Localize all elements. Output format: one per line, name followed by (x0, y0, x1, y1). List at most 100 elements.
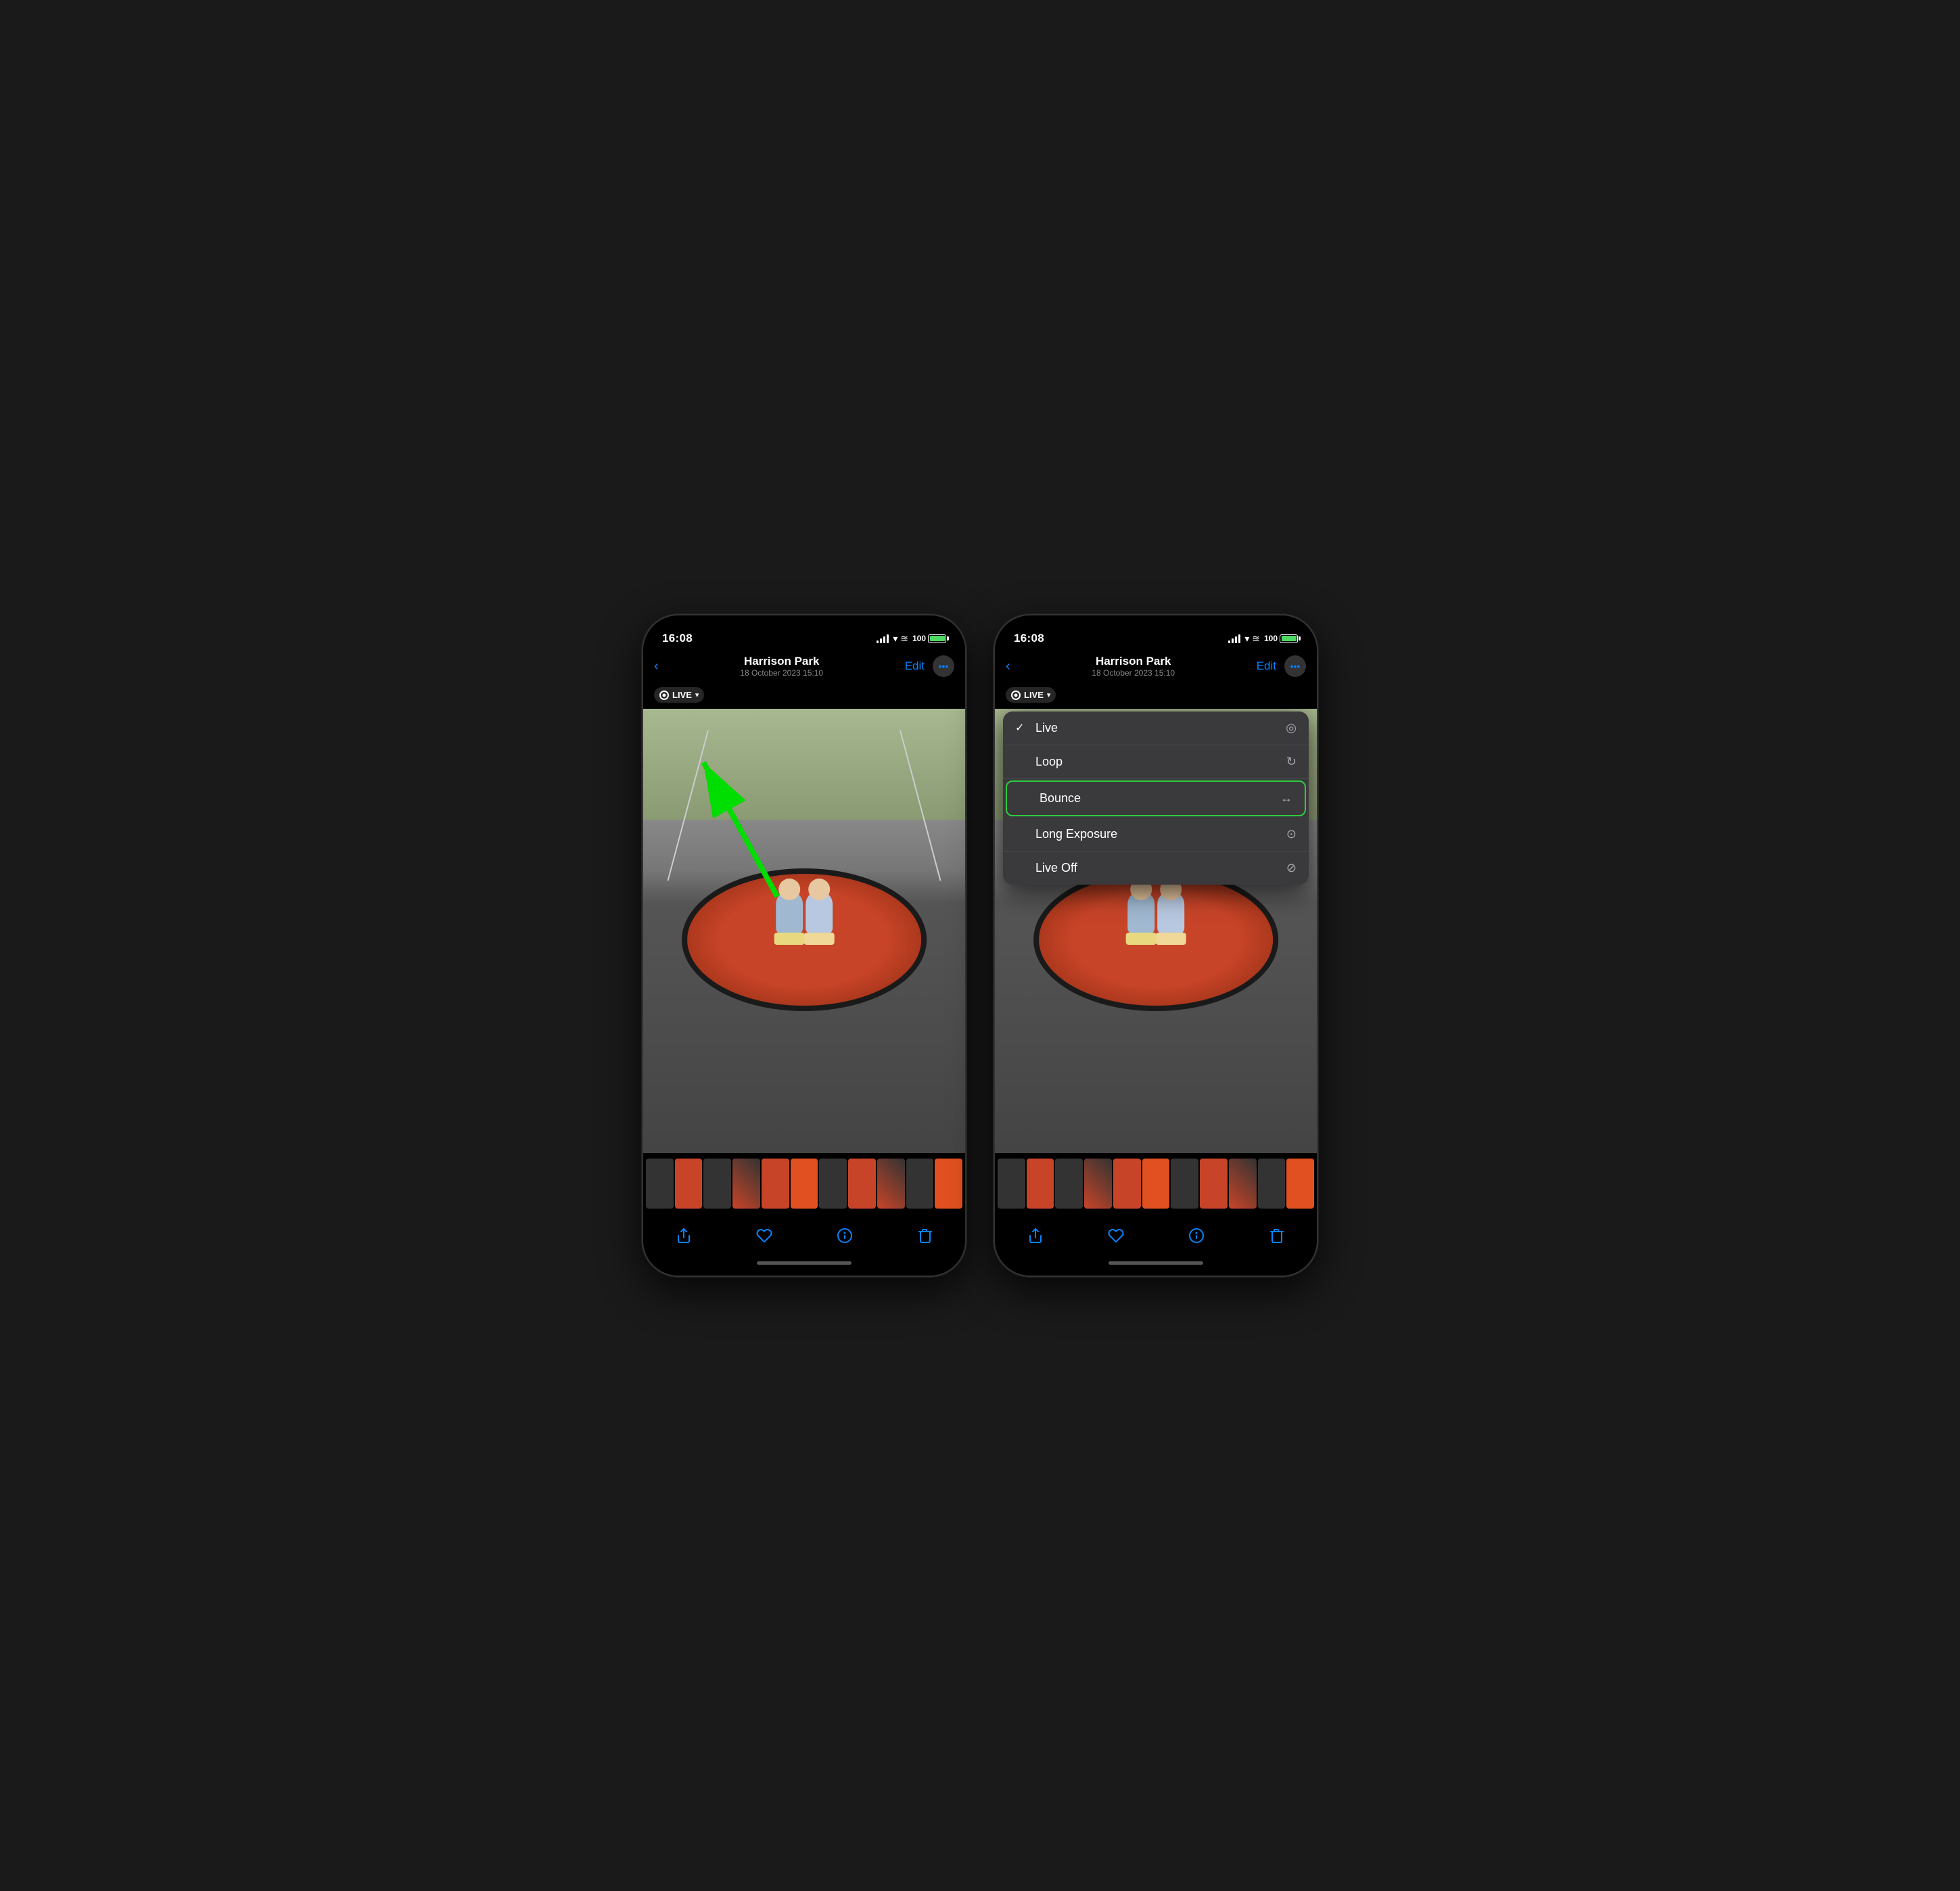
status-bar-right: 16:08 ▾ ≋ 100 (995, 615, 1317, 652)
thumb-5-left[interactable] (762, 1159, 789, 1209)
live-off-icon-menu: ⊘ (1286, 861, 1297, 875)
menu-item-long-exposure[interactable]: ✓ Long Exposure ⊙ (1003, 818, 1309, 851)
menu-item-live-off-left: ✓ Live Off (1015, 861, 1077, 875)
dropdown-menu: ✓ Live ◎ ✓ Loop ↻ (1003, 711, 1309, 885)
menu-item-live[interactable]: ✓ Live ◎ (1003, 711, 1309, 745)
signal-icon-right (1228, 634, 1240, 643)
thumb-9-right[interactable] (1229, 1159, 1257, 1209)
share-button-right[interactable] (1021, 1221, 1050, 1251)
bottom-toolbar-right (995, 1214, 1317, 1256)
heart-button-left[interactable] (749, 1221, 779, 1251)
photo-area-left (643, 709, 965, 1154)
thumb-4-right[interactable] (1084, 1159, 1112, 1209)
more-icon-left: ••• (939, 661, 949, 672)
more-button-left[interactable]: ••• (933, 655, 954, 677)
header-center-right: Harrison Park 18 October 2023 15:10 (1010, 655, 1257, 678)
live-label-left: LIVE (672, 690, 692, 700)
thumb-8-right[interactable] (1200, 1159, 1228, 1209)
live-button-left[interactable]: LIVE ▾ (654, 687, 704, 703)
thumb-11-left[interactable] (935, 1159, 962, 1209)
thumb-1-left[interactable] (646, 1159, 674, 1209)
page-container: 16:08 ▾ ≋ 100 (642, 614, 1318, 1277)
content-area-right: ✓ Live ◎ ✓ Loop ↻ (995, 709, 1317, 1154)
thumb-1-right[interactable] (998, 1159, 1025, 1209)
heart-button-right[interactable] (1101, 1221, 1131, 1251)
chevron-down-icon-right: ▾ (1047, 691, 1051, 699)
menu-item-long-exposure-left: ✓ Long Exposure (1015, 827, 1117, 841)
photo-left (643, 709, 965, 1154)
trash-button-left[interactable] (910, 1221, 940, 1251)
bottom-toolbar-left (643, 1214, 965, 1256)
menu-item-bounce-inner: ✓ Bounce ↔ (1007, 782, 1305, 815)
trash-button-right[interactable] (1262, 1221, 1292, 1251)
header-title-left: Harrison Park (659, 655, 905, 668)
more-button-right[interactable]: ••• (1284, 655, 1306, 677)
info-button-right[interactable] (1182, 1221, 1211, 1251)
thumb-3-left[interactable] (703, 1159, 731, 1209)
menu-item-loop-left: ✓ Loop (1015, 755, 1063, 769)
thumb-7-left[interactable] (819, 1159, 847, 1209)
header-title-right: Harrison Park (1010, 655, 1257, 668)
edit-button-right[interactable]: Edit (1257, 659, 1276, 673)
menu-label-long-exposure: Long Exposure (1035, 827, 1117, 841)
checkmark-icon-live: ✓ (1015, 721, 1029, 734)
home-indicator-right (995, 1256, 1317, 1276)
thumb-2-left[interactable] (675, 1159, 703, 1209)
battery-left: 100 (912, 634, 946, 643)
header-subtitle-right: 18 October 2023 15:10 (1010, 668, 1257, 678)
header-actions-left: Edit ••• (905, 655, 954, 677)
menu-label-loop: Loop (1035, 755, 1063, 769)
info-button-left[interactable] (830, 1221, 860, 1251)
thumb-9-left[interactable] (877, 1159, 905, 1209)
menu-item-bounce[interactable]: ✓ Bounce ↔ (1006, 780, 1306, 816)
wifi-icon-left: ▾ ≋ (893, 633, 908, 645)
phone-left: 16:08 ▾ ≋ 100 (642, 614, 966, 1277)
loop-icon-menu: ↻ (1286, 755, 1297, 769)
long-exposure-icon-menu: ⊙ (1286, 827, 1297, 841)
thumb-10-right[interactable] (1258, 1159, 1286, 1209)
home-bar-left (757, 1261, 851, 1265)
live-circle-icon-right (1011, 691, 1021, 700)
edit-button-left[interactable]: Edit (905, 659, 925, 673)
live-bar-right: LIVE ▾ (995, 683, 1317, 709)
thumbnail-strip-right (995, 1153, 1317, 1214)
menu-item-loop[interactable]: ✓ Loop ↻ (1003, 745, 1309, 779)
thumb-6-right[interactable] (1142, 1159, 1170, 1209)
battery-icon-left (928, 634, 946, 643)
live-button-right[interactable]: LIVE ▾ (1006, 687, 1056, 703)
back-button-right[interactable]: ‹ (1006, 659, 1010, 674)
thumb-7-right[interactable] (1171, 1159, 1198, 1209)
status-bar-left: 16:08 ▾ ≋ 100 (643, 615, 965, 652)
bounce-icon-menu: ↔ (1280, 791, 1292, 806)
battery-right: 100 (1264, 634, 1298, 643)
home-indicator-left (643, 1256, 965, 1276)
chevron-down-icon-left: ▾ (695, 691, 699, 699)
thumb-10-left[interactable] (906, 1159, 934, 1209)
header-right: ‹ Harrison Park 18 October 2023 15:10 Ed… (995, 652, 1317, 683)
thumb-5-right[interactable] (1113, 1159, 1141, 1209)
children-figures-left (707, 868, 901, 958)
thumb-8-left[interactable] (848, 1159, 876, 1209)
header-center-left: Harrison Park 18 October 2023 15:10 (659, 655, 905, 678)
phone-right: 16:08 ▾ ≋ 100 (994, 614, 1318, 1277)
thumb-2-right[interactable] (1027, 1159, 1054, 1209)
header-left: ‹ Harrison Park 18 October 2023 15:10 Ed… (643, 652, 965, 683)
thumb-4-left[interactable] (732, 1159, 760, 1209)
header-actions-right: Edit ••• (1257, 655, 1306, 677)
signal-icon-left (877, 634, 889, 643)
sky-bg-left (643, 709, 965, 820)
thumb-3-right[interactable] (1055, 1159, 1083, 1209)
back-button-left[interactable]: ‹ (654, 659, 659, 674)
child2-right (1157, 891, 1184, 935)
status-time-left: 16:08 (662, 632, 693, 645)
menu-item-bounce-left: ✓ Bounce (1019, 791, 1081, 806)
share-button-left[interactable] (669, 1221, 699, 1251)
live-icon-menu: ◎ (1286, 721, 1297, 735)
thumb-11-right[interactable] (1286, 1159, 1314, 1209)
thumbnail-strip-left (643, 1153, 965, 1214)
child1-right (1127, 891, 1154, 935)
thumb-6-left[interactable] (791, 1159, 818, 1209)
status-icons-right: ▾ ≋ 100 (1228, 633, 1298, 645)
menu-item-live-off[interactable]: ✓ Live Off ⊘ (1003, 851, 1309, 885)
live-bar-left: LIVE ▾ (643, 683, 965, 709)
